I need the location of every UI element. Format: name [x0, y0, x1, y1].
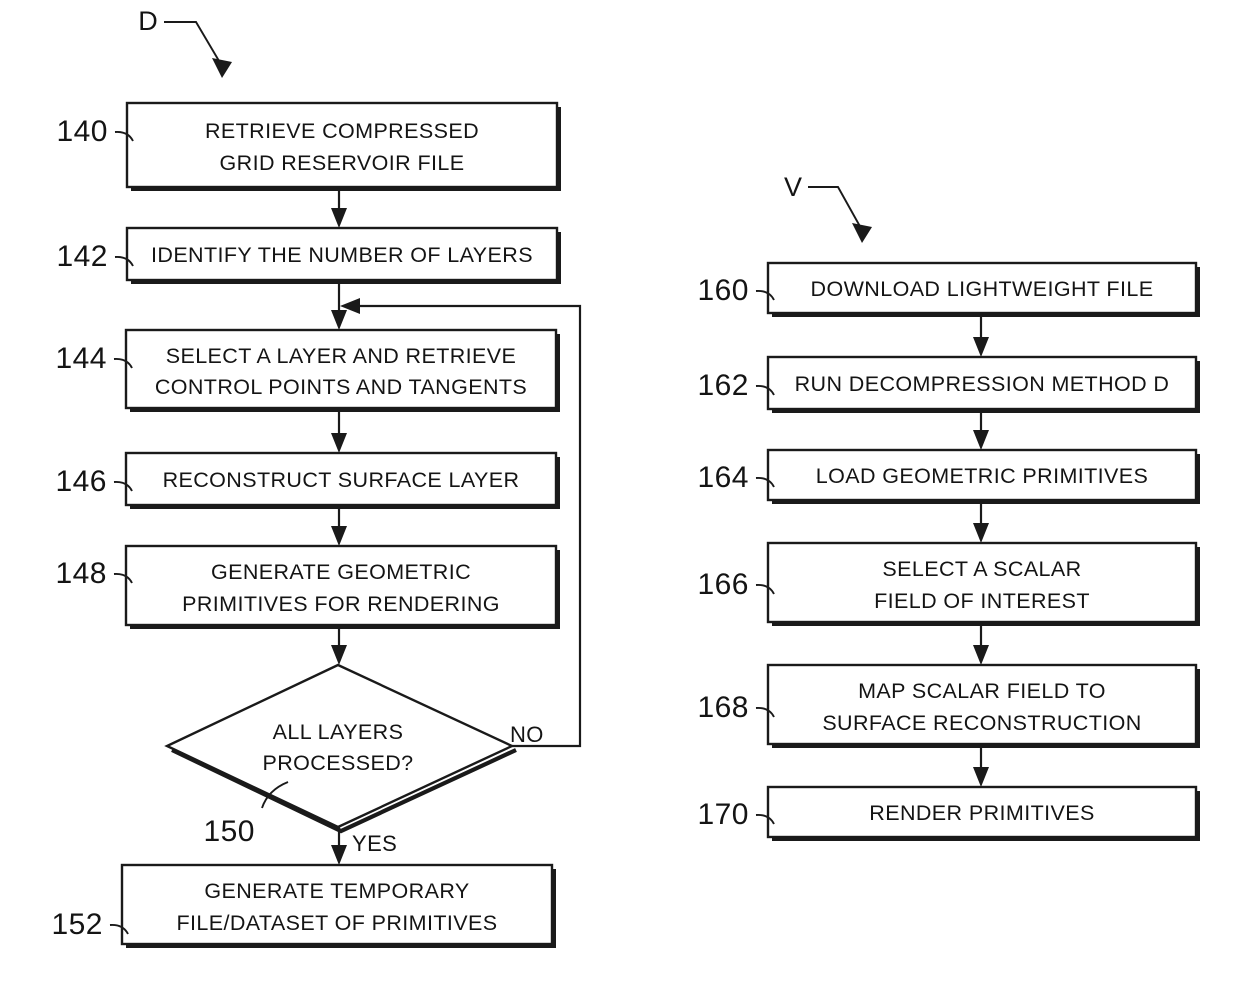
- step-144-line-1: SELECT A LAYER AND RETRIEVE: [166, 344, 517, 368]
- arrowhead-150-152: [331, 845, 347, 865]
- flowchart-canvas: D RETRIEVE COMPRESSED GRID RESERVOIR FIL…: [51, 6, 1200, 948]
- flowchart-tag-v: V: [784, 172, 872, 243]
- ref-number-168: 168: [697, 691, 749, 724]
- step-140-line-2: GRID RESERVOIR FILE: [220, 151, 465, 175]
- step-box-144[interactable]: SELECT A LAYER AND RETRIEVE CONTROL POIN…: [124, 328, 560, 412]
- step-box-146[interactable]: RECONSTRUCT SURFACE LAYER: [124, 451, 560, 509]
- arrowhead-140-142: [331, 208, 347, 228]
- step-box-142[interactable]: IDENTIFY THE NUMBER OF LAYERS: [125, 226, 561, 284]
- ref-number-146: 146: [55, 465, 107, 498]
- step-146-line-1: RECONSTRUCT SURFACE LAYER: [163, 468, 520, 492]
- tag-d-label: D: [138, 6, 158, 36]
- flowchart-tag-d: D: [138, 6, 232, 78]
- step-162-line-1: RUN DECOMPRESSION METHOD D: [795, 372, 1170, 396]
- step-164-line-1: LOAD GEOMETRIC PRIMITIVES: [816, 464, 1149, 488]
- step-150-line-2: PROCESSED?: [263, 751, 414, 775]
- step-168-line-1: MAP SCALAR FIELD TO: [858, 679, 1106, 703]
- ref-number-148: 148: [55, 557, 107, 590]
- arrowhead-144-146: [331, 433, 347, 453]
- ref-number-164: 164: [697, 461, 749, 494]
- arrowhead-168-170: [973, 767, 989, 787]
- tag-d-arrowhead: [212, 58, 232, 78]
- step-168-line-2: SURFACE RECONSTRUCTION: [822, 711, 1141, 735]
- step-box-148[interactable]: GENERATE GEOMETRIC PRIMITIVES FOR RENDER…: [124, 544, 560, 629]
- step-box-162[interactable]: RUN DECOMPRESSION METHOD D: [766, 355, 1200, 413]
- step-140-line-1: RETRIEVE COMPRESSED: [205, 119, 479, 143]
- step-box-168[interactable]: MAP SCALAR FIELD TO SURFACE RECONSTRUCTI…: [766, 663, 1200, 748]
- branch-label-yes: YES: [352, 831, 397, 856]
- tag-v-arrowhead: [852, 223, 872, 243]
- arrowhead-148-150: [331, 645, 347, 665]
- decision-diamond-150[interactable]: ALL LAYERS PROCESSED?: [164, 663, 517, 834]
- step-152-line-1: GENERATE TEMPORARY: [204, 879, 469, 903]
- arrowhead-164-166: [973, 523, 989, 543]
- arrowhead-160-162: [973, 337, 989, 357]
- tag-v-label: V: [784, 172, 802, 202]
- step-box-152[interactable]: GENERATE TEMPORARY FILE/DATASET OF PRIMI…: [120, 863, 556, 948]
- ref-number-160: 160: [697, 274, 749, 307]
- ref-number-150: 150: [203, 815, 255, 848]
- step-160-line-1: DOWNLOAD LIGHTWEIGHT FILE: [811, 277, 1154, 301]
- step-144-line-2: CONTROL POINTS AND TANGENTS: [155, 375, 527, 399]
- arrowhead-142-144: [331, 310, 347, 330]
- ref-number-170: 170: [697, 798, 749, 831]
- step-box-164[interactable]: LOAD GEOMETRIC PRIMITIVES: [766, 448, 1200, 504]
- step-148-line-1: GENERATE GEOMETRIC: [211, 560, 471, 584]
- step-box-160[interactable]: DOWNLOAD LIGHTWEIGHT FILE: [766, 261, 1200, 317]
- step-142-line-1: IDENTIFY THE NUMBER OF LAYERS: [151, 243, 533, 267]
- step-166-line-1: SELECT A SCALAR: [882, 557, 1081, 581]
- ref-number-162: 162: [697, 369, 749, 402]
- arrowhead-166-168: [973, 645, 989, 665]
- step-150-line-1: ALL LAYERS: [273, 720, 404, 744]
- branch-label-no: NO: [510, 722, 544, 747]
- step-148-line-2: PRIMITIVES FOR RENDERING: [182, 592, 500, 616]
- step-170-line-1: RENDER PRIMITIVES: [869, 801, 1094, 825]
- step-box-140[interactable]: RETRIEVE COMPRESSED GRID RESERVOIR FILE: [125, 101, 561, 191]
- ref-number-140: 140: [56, 115, 108, 148]
- step-box-170[interactable]: RENDER PRIMITIVES: [766, 785, 1200, 841]
- step-150-polygon: [164, 663, 515, 829]
- ref-number-152: 152: [51, 908, 103, 941]
- patent-figure: D RETRIEVE COMPRESSED GRID RESERVOIR FIL…: [0, 0, 1240, 987]
- ref-number-142: 142: [56, 240, 108, 273]
- ref-number-144: 144: [55, 342, 107, 375]
- arrowhead-162-164: [973, 430, 989, 450]
- step-166-line-2: FIELD OF INTEREST: [874, 589, 1090, 613]
- step-152-line-2: FILE/DATASET OF PRIMITIVES: [176, 911, 497, 935]
- step-box-166[interactable]: SELECT A SCALAR FIELD OF INTEREST: [766, 541, 1200, 626]
- ref-number-166: 166: [697, 568, 749, 601]
- arrowhead-146-148: [331, 526, 347, 546]
